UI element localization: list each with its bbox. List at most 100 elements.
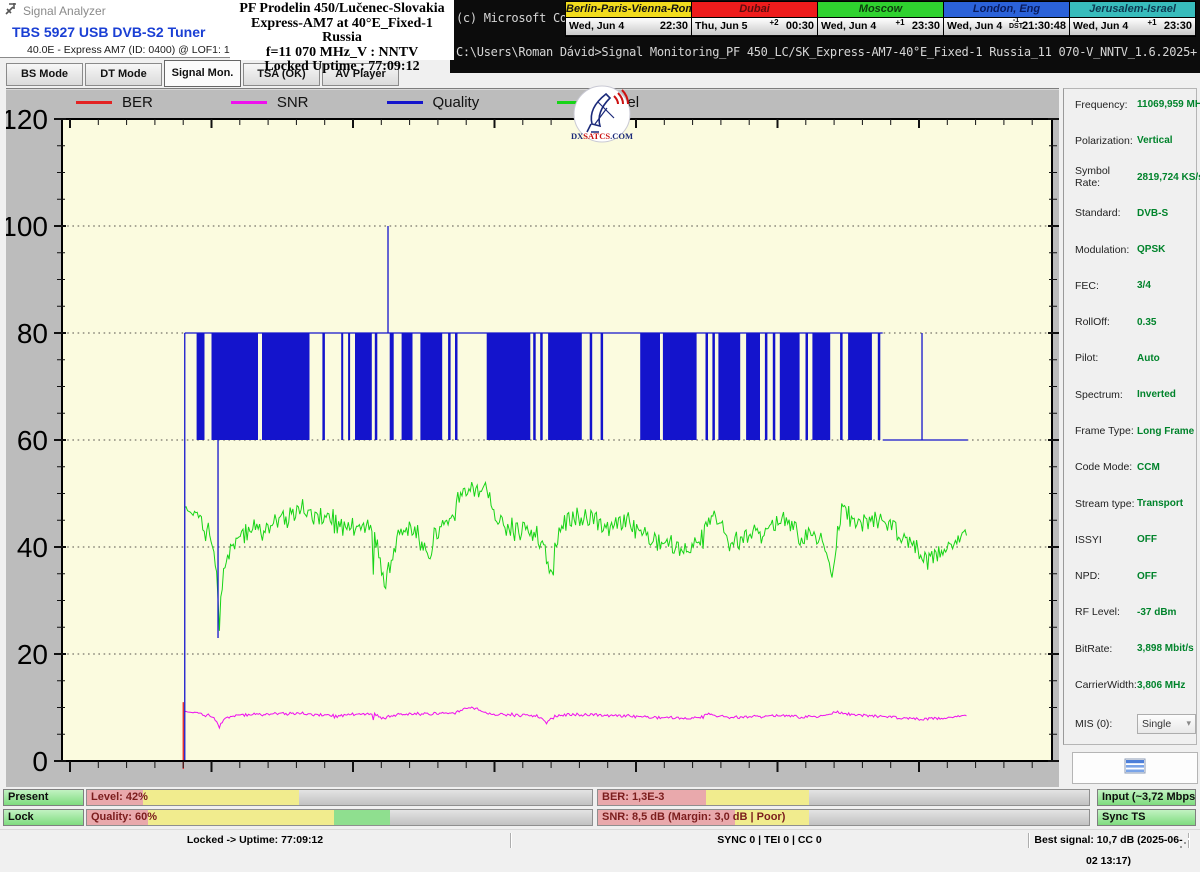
signal-chart: 020406080100120 xyxy=(6,89,1059,787)
param-label: Frame Type: xyxy=(1075,425,1137,437)
param-value: Long Frame xyxy=(1137,426,1194,437)
param-label: Symbol Rate: xyxy=(1075,165,1137,189)
clock-offset: +1 xyxy=(1148,18,1157,27)
header-note-line4: Locked Uptime : 77:09:12 xyxy=(230,60,454,75)
param-label: Standard: xyxy=(1075,207,1137,219)
tab-bs-mode[interactable]: BS Mode xyxy=(6,63,83,86)
param-row-npd: NPD:OFF xyxy=(1064,569,1196,584)
clock-time: 22:30 xyxy=(660,20,688,32)
ber-bar-label: BER: 1,3E-3 xyxy=(602,791,664,803)
param-value: Inverted xyxy=(1137,389,1176,400)
clock-time: 23:30 xyxy=(1164,20,1192,32)
clock-city: London, Eng xyxy=(944,2,1069,18)
bar-fill-segment xyxy=(143,790,300,805)
clock-moscow: Moscow Wed, Jun 4 +1 23:30 xyxy=(818,2,944,36)
lock-indicator-label: Lock xyxy=(8,811,34,823)
param-value: Transport xyxy=(1137,498,1183,509)
clock-city: Jerusalem-Israel xyxy=(1070,2,1195,18)
param-label: Frequency: xyxy=(1075,99,1137,111)
param-label: Modulation: xyxy=(1075,244,1137,256)
clock-city: Dubai xyxy=(692,2,817,18)
param-label: NPD: xyxy=(1075,570,1137,582)
param-row-spectrum: Spectrum:Inverted xyxy=(1064,387,1196,402)
legend-label: SNR xyxy=(277,94,309,111)
param-row-pilot: Pilot:Auto xyxy=(1064,351,1196,366)
param-row-fec: FEC:3/4 xyxy=(1064,278,1196,293)
legend-label: Quality xyxy=(433,94,480,111)
clock-offset: +1 xyxy=(896,18,905,27)
clock-city: Moscow xyxy=(818,2,943,18)
param-value: 3,806 MHz xyxy=(1137,680,1185,691)
param-value: Auto xyxy=(1137,353,1160,364)
clock-body: Wed, Jun 4 +1 23:30 xyxy=(818,18,943,35)
clock-date: Thu, Jun 5 xyxy=(695,20,748,32)
statusbar: Locked -> Uptime: 77:09:12 SYNC 0 | TEI … xyxy=(0,829,1200,851)
stream-info-button[interactable] xyxy=(1072,752,1198,784)
clock-jerusalem-israel: Jerusalem-Israel Wed, Jun 4 +1 23:30 xyxy=(1070,2,1195,36)
present-indicator-label: Present xyxy=(8,791,48,803)
param-row-code-mode: Code Mode:CCM xyxy=(1064,460,1196,475)
clock-date: Wed, Jun 4 xyxy=(947,20,1002,32)
header-note: PF Prodelin 450/Lučenec-Slovakia Express… xyxy=(230,0,454,60)
sync-ts-indicator-label: Sync TS xyxy=(1102,811,1145,823)
param-row-modulation: Modulation:QPSK xyxy=(1064,242,1196,257)
clock-body: Thu, Jun 5+200:30 xyxy=(692,18,817,35)
svg-text:40: 40 xyxy=(17,532,48,563)
legend-item-quality: Quality xyxy=(387,94,480,111)
legend-swatch-snr xyxy=(231,101,267,104)
param-value: -37 dBm xyxy=(1137,607,1176,618)
param-value: 0.35 xyxy=(1137,317,1156,328)
svg-text:60: 60 xyxy=(17,425,48,456)
param-row-symbol-rate: Symbol Rate:2819,724 KS/s xyxy=(1064,170,1196,185)
param-value: QPSK xyxy=(1137,244,1165,255)
clock-dubai: DubaiThu, Jun 5+200:30 xyxy=(692,2,818,36)
header-note-line2: Express-AM7 at 40°E_Fixed-1 Russia xyxy=(230,17,454,46)
lock-indicator: Lock xyxy=(3,809,84,826)
legend-swatch-ber xyxy=(76,101,112,104)
snr-bar-label: SNR: 8,5 dB (Margin: 3,0 dB | Poor) xyxy=(602,811,785,823)
svg-text:80: 80 xyxy=(17,318,48,349)
param-label: RF Level: xyxy=(1075,606,1137,618)
titlebar: Signal Analyzer xyxy=(5,3,106,19)
clock-date: Wed, Jun 4 xyxy=(1073,20,1128,32)
param-row-issyi: ISSYIOFF xyxy=(1064,532,1196,547)
clock-time: 23:30 xyxy=(912,20,940,32)
input-indicator-label: Input (~3,72 Mbps) xyxy=(1102,791,1196,803)
svg-text:20: 20 xyxy=(17,639,48,670)
param-label: Spectrum: xyxy=(1075,389,1137,401)
param-row-standard: Standard:DVB-S xyxy=(1064,206,1196,221)
svg-text:DXSATCS.COM: DXSATCS.COM xyxy=(571,131,633,141)
tab-dt-mode[interactable]: DT Mode xyxy=(85,63,162,86)
ber-bar: BER: 1,3E-3 xyxy=(597,789,1090,806)
svg-text:0: 0 xyxy=(32,746,48,777)
clock-date: Wed, Jun 4 xyxy=(821,20,876,32)
param-row-stream-type: Stream type:Transport xyxy=(1064,496,1196,511)
dxsatcs-logo: DXSATCS.COM xyxy=(562,84,642,148)
mis-select[interactable]: Single▾ xyxy=(1137,714,1196,734)
clock-body: Wed, Jun 4-1DST21:30:48 xyxy=(944,18,1069,35)
param-label: Code Mode: xyxy=(1075,461,1137,473)
param-value: CCM xyxy=(1137,462,1160,473)
param-row-frequency: Frequency:11069,959 MHz xyxy=(1064,97,1196,112)
mis-label: MIS (0): xyxy=(1075,718,1137,730)
param-label: ISSYI xyxy=(1075,534,1137,546)
param-label: RollOff: xyxy=(1075,316,1137,328)
clock-time: 00:30 xyxy=(786,20,814,32)
bar-fill-segment xyxy=(148,810,335,825)
tuner-name: TBS 5927 USB DVB-S2 Tuner xyxy=(12,24,205,40)
app-icon xyxy=(5,2,18,20)
clock-berlin-paris-vienna-roma: Berlin-Paris-Vienna-Roma Wed, Jun 4 22:30 xyxy=(566,2,692,36)
clock-city: Berlin-Paris-Vienna-Roma xyxy=(566,2,691,18)
clock-date: Wed, Jun 4 xyxy=(569,20,624,32)
param-label: Stream type: xyxy=(1075,498,1137,510)
chart-module: 020406080100120 BERSNRQualityLevel DXSAT… xyxy=(6,88,1059,787)
statusbar-best-signal: Best signal: 10,7 dB (2025-06-02 13:17) xyxy=(1029,830,1188,851)
console-prompt: C:\Users\Roman Dávid>Signal Monitoring_P… xyxy=(456,45,1197,59)
statusbar-uptime: Locked -> Uptime: 77:09:12 xyxy=(0,830,510,851)
param-value: 2819,724 KS/s xyxy=(1137,172,1200,183)
param-label: Polarization: xyxy=(1075,135,1137,147)
resize-grip[interactable] xyxy=(1188,838,1198,848)
mis-row: MIS (0):Single▾ xyxy=(1064,714,1196,734)
mis-selected-value: Single xyxy=(1142,718,1171,730)
header-note-line1: PF Prodelin 450/Lučenec-Slovakia xyxy=(230,2,454,17)
